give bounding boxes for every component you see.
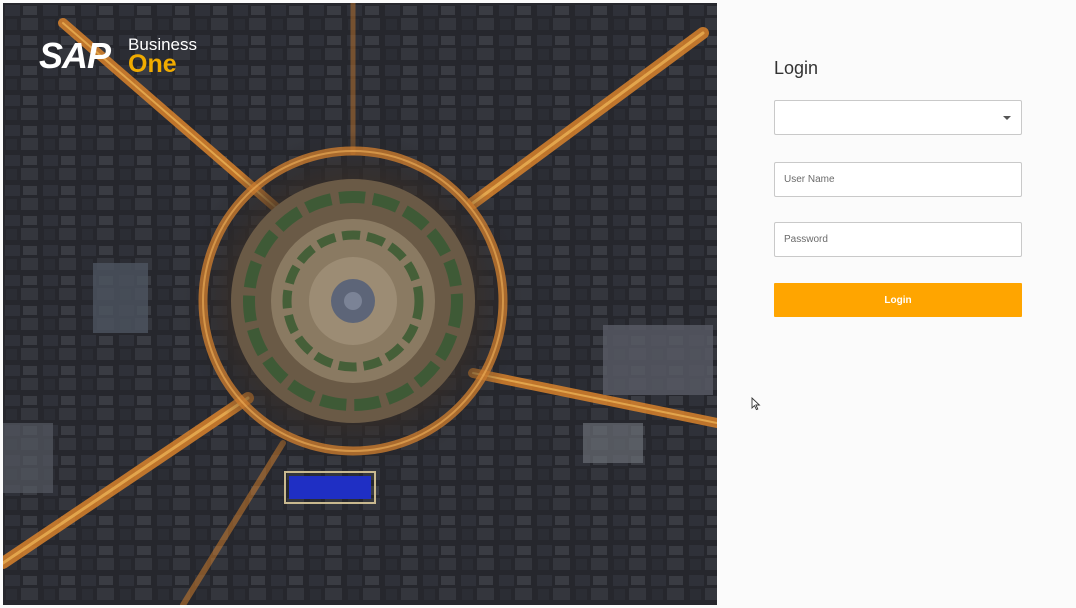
company-select[interactable]: [774, 100, 1022, 135]
username-field-wrapper: [774, 162, 1022, 197]
login-title: Login: [774, 58, 819, 78]
login-button[interactable]: Login: [774, 283, 1022, 317]
login-panel: Login Login: [717, 3, 1073, 605]
sap-logo-text: SAP: [39, 35, 111, 76]
city-aerial-image: [3, 3, 717, 605]
chevron-down-icon[interactable]: [1003, 116, 1011, 120]
password-field[interactable]: [775, 223, 1021, 256]
sap-business-one-logo: SAP Business One: [35, 35, 197, 77]
password-field-wrapper: [774, 222, 1022, 257]
product-name: Business One: [128, 36, 197, 77]
cursor-icon: [751, 397, 761, 411]
product-name-line2: One: [128, 49, 177, 78]
username-field[interactable]: [775, 163, 1021, 196]
hero-image: SAP Business One: [3, 3, 717, 605]
sap-logo: SAP: [35, 35, 134, 76]
login-page: SAP Business One Login Login: [0, 0, 1076, 608]
